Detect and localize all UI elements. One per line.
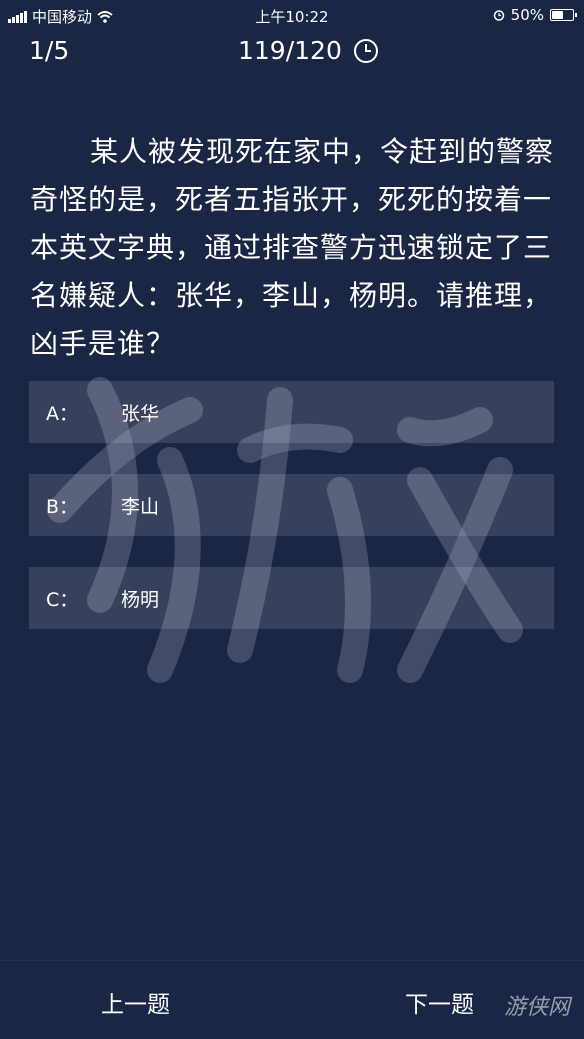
quiz-header: 1/5 119/120 (0, 36, 584, 72)
footer-nav: 上一题 下一题 游侠网 (0, 960, 584, 1039)
battery-percent: 50% (510, 6, 544, 24)
option-c-letter: C： (46, 588, 79, 611)
option-b-text: 李山 (121, 495, 160, 518)
battery-icon (550, 9, 577, 21)
question-progress: 1/5 (29, 36, 70, 65)
countdown-timer: 119/120 (238, 36, 378, 65)
status-bar: 中国移动 上午10:22 50% (0, 0, 584, 30)
option-c[interactable]: C： 杨明 (29, 567, 554, 629)
next-question-button[interactable]: 下一题 (405, 985, 474, 1019)
previous-question-button[interactable]: 上一题 (101, 985, 170, 1019)
option-a-letter: A： (46, 402, 78, 425)
option-b[interactable]: B： 李山 (29, 474, 554, 536)
clock-icon (353, 38, 378, 63)
option-b-letter: B： (46, 495, 79, 518)
question-text: 某人被发现死在家中，令赶到的警察奇怪的是，死者五指张开，死死的按着一本英文字典，… (30, 135, 555, 360)
alarm-icon (493, 10, 504, 21)
option-a-text: 张华 (121, 402, 160, 425)
option-a[interactable]: A： 张华 (29, 381, 554, 443)
status-right: 50% (493, 6, 577, 24)
option-c-text: 杨明 (121, 588, 160, 611)
timer-value: 119/120 (238, 36, 342, 65)
site-logo: 游侠网 (504, 995, 571, 1020)
